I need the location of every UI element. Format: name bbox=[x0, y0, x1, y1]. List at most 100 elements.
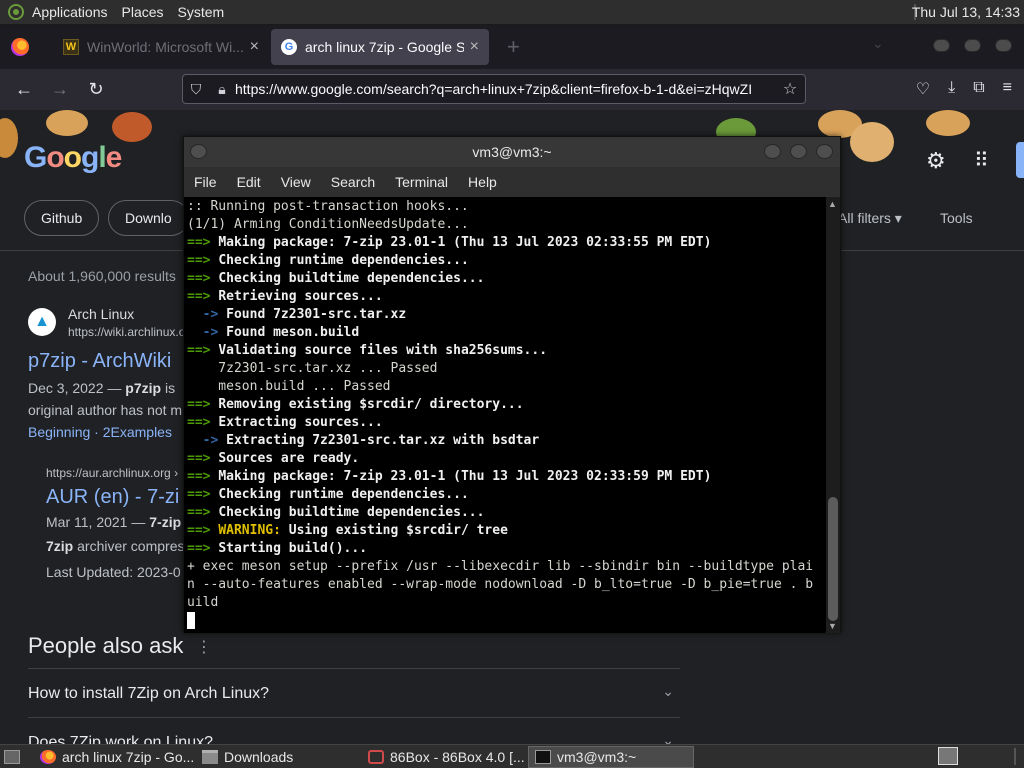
scroll-down-arrow-icon[interactable]: ▼ bbox=[828, 621, 837, 631]
paa-question-linux[interactable]: Does 7Zip work on Linux? ⌄ bbox=[28, 717, 680, 744]
minimize-button[interactable] bbox=[933, 39, 950, 52]
menu-view[interactable]: View bbox=[281, 174, 311, 190]
workspace-switcher[interactable] bbox=[938, 747, 958, 765]
task-downloads[interactable]: Downloads bbox=[196, 746, 360, 768]
more-options-icon[interactable]: ⋮ bbox=[196, 637, 212, 657]
browser-tab-bar: W WinWorld: Microsoft Wi... × G arch lin… bbox=[0, 25, 1024, 69]
line-text: Found 7z2301-src.tar.xz bbox=[226, 307, 407, 322]
maximize-button[interactable] bbox=[790, 144, 807, 159]
menu-help[interactable]: Help bbox=[468, 174, 497, 190]
places-menu[interactable]: Places bbox=[122, 4, 164, 20]
scroll-up-arrow-icon[interactable]: ▲ bbox=[828, 199, 837, 209]
terminal-line: ==> Making package: 7-zip 23.01-1 (Thu 1… bbox=[187, 468, 825, 486]
window-controls bbox=[933, 39, 1012, 52]
terminal-cursor bbox=[187, 612, 195, 629]
tab-close-icon[interactable]: × bbox=[470, 38, 479, 56]
chevron-down-icon: ⌄ bbox=[662, 683, 674, 699]
tab-close-icon[interactable]: × bbox=[250, 38, 259, 56]
tools-button[interactable]: Tools bbox=[940, 210, 973, 226]
new-tab-button[interactable]: + bbox=[507, 34, 520, 60]
result-date-text: Mar 11, 2021 bbox=[46, 514, 128, 530]
menu-search[interactable]: Search bbox=[331, 174, 375, 190]
system-menu[interactable]: System bbox=[178, 4, 225, 20]
show-desktop-icon[interactable] bbox=[4, 749, 20, 764]
extensions-icon[interactable]: ⧉ bbox=[973, 79, 984, 99]
reload-icon[interactable]: ↻ bbox=[78, 79, 114, 100]
forward-arrow-icon[interactable]: → bbox=[42, 79, 78, 100]
prompt-arrow: ==> bbox=[187, 541, 219, 556]
tab-google-search[interactable]: G arch linux 7zip - Google Search × bbox=[271, 29, 489, 65]
menu-edit[interactable]: Edit bbox=[237, 174, 261, 190]
chip-download[interactable]: Downlo bbox=[108, 200, 189, 236]
line-text: Retrieving sources... bbox=[218, 289, 383, 304]
task-terminal[interactable]: vm3@vm3:~ bbox=[528, 745, 694, 768]
terminal-scrollbar[interactable]: ▲ ▼ bbox=[826, 197, 840, 633]
terminal-title-bar[interactable]: vm3@vm3:~ bbox=[184, 137, 840, 167]
window-menu-button[interactable] bbox=[190, 144, 207, 159]
terminal-window[interactable]: vm3@vm3:~ File Edit View Search Terminal… bbox=[183, 136, 841, 633]
tracking-shield-icon[interactable]: ⛉ bbox=[183, 81, 209, 98]
top-panel: Applications Places System Thu Jul 13, 1… bbox=[0, 0, 1024, 25]
line-text: Sources are ready. bbox=[218, 451, 360, 466]
apps-grid-icon[interactable]: ⠿ bbox=[974, 148, 989, 173]
arch-linux-logo-icon[interactable]: ▲ bbox=[28, 308, 56, 336]
minimize-button[interactable] bbox=[764, 144, 781, 159]
tab-winworld[interactable]: W WinWorld: Microsoft Wi... × bbox=[53, 29, 269, 65]
downloads-icon[interactable]: ⤓ bbox=[948, 79, 955, 99]
result-site-url[interactable]: https://aur.archlinux.org › bbox=[46, 466, 178, 480]
result-title-p7zip[interactable]: p7zip - ArchWiki bbox=[28, 350, 171, 373]
terminal-line: -> Found meson.build bbox=[187, 324, 825, 342]
result-sitelinks[interactable]: Beginning · 2Examples bbox=[28, 424, 172, 440]
result-count: About 1,960,000 results bbox=[28, 268, 176, 284]
sub-arrow: -> bbox=[187, 433, 227, 448]
dropdown-caret-icon: ▾ bbox=[894, 210, 902, 226]
doodle-food-icon bbox=[850, 122, 894, 162]
line-text: 7z2301-src.tar.xz ... Passed bbox=[187, 361, 438, 376]
terminal-line: ==> Validating source files with sha256s… bbox=[187, 342, 825, 360]
paa-question-install[interactable]: How to install 7Zip on Arch Linux? ⌄ bbox=[28, 668, 680, 718]
terminal-line: uild bbox=[187, 594, 825, 612]
back-arrow-icon[interactable]: ← bbox=[6, 79, 42, 100]
task-firefox[interactable]: arch linux 7zip - Go... bbox=[34, 746, 194, 768]
close-window-button[interactable] bbox=[816, 144, 833, 159]
url-text[interactable]: https://www.google.com/search?q=arch+lin… bbox=[235, 81, 775, 97]
prompt-arrow: ==> bbox=[187, 235, 219, 250]
applications-menu[interactable]: Applications bbox=[32, 4, 108, 20]
result-last-updated: Last Updated: 2023-0 bbox=[46, 564, 181, 580]
hamburger-menu-icon[interactable]: ≡ bbox=[1003, 79, 1012, 99]
scrollbar-thumb[interactable] bbox=[828, 497, 838, 621]
google-logo[interactable]: Google bbox=[24, 141, 122, 175]
result-title-aur[interactable]: AUR (en) - 7-zi bbox=[46, 486, 179, 509]
line-text: Starting build()... bbox=[218, 541, 368, 556]
lock-icon[interactable]: 🔒︎ bbox=[209, 81, 235, 98]
prompt-arrow: ==> bbox=[187, 397, 219, 412]
settings-gear-icon[interactable]: ⚙ bbox=[926, 148, 946, 174]
maximize-button[interactable] bbox=[964, 39, 981, 52]
result-site-name[interactable]: Arch Linux bbox=[68, 306, 134, 322]
menu-terminal[interactable]: Terminal bbox=[395, 174, 448, 190]
pocket-icon[interactable]: ♡ bbox=[916, 79, 930, 99]
list-all-tabs-chevron-icon[interactable]: ⌄ bbox=[872, 35, 884, 52]
panel-clock[interactable]: Thu Jul 13, 14:33 bbox=[912, 4, 1020, 20]
snippet-bold: p7zip bbox=[125, 380, 162, 396]
firefox-view-icon[interactable] bbox=[11, 38, 29, 56]
terminal-cursor-line bbox=[187, 612, 825, 630]
url-bar[interactable]: ⛉ 🔒︎ https://www.google.com/search?q=arc… bbox=[182, 74, 806, 104]
sign-in-button[interactable] bbox=[1016, 142, 1024, 178]
terminal-line: ==> Sources are ready. bbox=[187, 450, 825, 468]
result-date: Dec 3, 2022 bbox=[28, 380, 104, 396]
terminal-title: vm3@vm3:~ bbox=[472, 144, 552, 160]
task-86box[interactable]: 86Box - 86Box 4.0 [... bbox=[362, 746, 528, 768]
bookmark-star-icon[interactable]: ☆ bbox=[775, 79, 805, 99]
line-text: Extracting 7z2301-src.tar.xz with bsdtar bbox=[226, 433, 540, 448]
close-window-button[interactable] bbox=[995, 39, 1012, 52]
menu-file[interactable]: File bbox=[194, 174, 217, 190]
all-filters-button[interactable]: All filters ▾ bbox=[838, 210, 902, 227]
chip-github[interactable]: Github bbox=[24, 200, 100, 236]
people-also-ask-title: People also ask bbox=[28, 633, 184, 658]
line-text: :: Running post-transaction hooks... bbox=[187, 199, 469, 214]
result-site-url[interactable]: https://wiki.archlinux.o bbox=[68, 325, 185, 339]
terminal-output[interactable]: :: Running post-transaction hooks... (1/1… bbox=[184, 197, 825, 633]
applications-logo-icon[interactable] bbox=[8, 4, 24, 20]
terminal-line: + exec meson setup --prefix /usr --libex… bbox=[187, 558, 825, 576]
